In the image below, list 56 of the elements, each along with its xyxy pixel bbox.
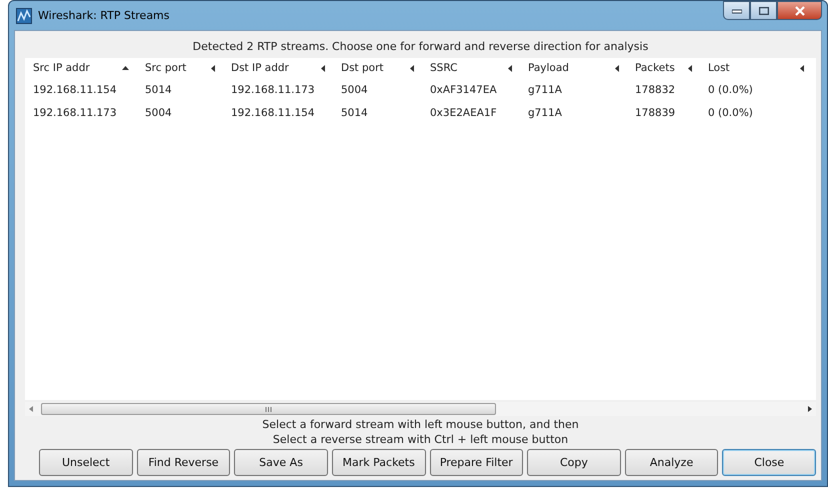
column-header[interactable]: Payload (520, 62, 627, 74)
minimize-icon (732, 6, 742, 14)
column-header[interactable]: Dst port (333, 62, 422, 74)
table-cell-text: 0 (0.0%) (707, 84, 754, 96)
scrollbar-thumb[interactable] (41, 403, 496, 415)
header-text: Detected 2 RTP streams. Choose one for forward and reverse direction for analysis (192, 39, 650, 55)
table-cell-text: 178832 (634, 84, 676, 96)
column-header[interactable]: Src IP addr (25, 62, 137, 74)
table-cell-text: 192.168.11.154 (32, 84, 118, 96)
table-cell-text: 192.168.11.154 (230, 106, 316, 118)
column-label: Packets (635, 62, 675, 74)
dialog-button[interactable]: Unselect (39, 449, 133, 476)
column-label: Dst IP addr (231, 62, 289, 74)
table-cell-text: 0 (0.0%) (707, 106, 754, 118)
table-cell-text: 5004 (340, 84, 369, 96)
column-header[interactable]: Src port (137, 62, 223, 74)
window-title: Wireshark: RTP Streams (38, 9, 170, 22)
dialog-button[interactable]: Mark Packets (332, 449, 426, 476)
table-cell-text: 192.168.11.173 (32, 106, 118, 118)
column-header[interactable]: Packets (627, 62, 700, 74)
table-cell-text: g711A (527, 84, 563, 96)
close-icon (794, 6, 804, 16)
table-cell-text: 5014 (144, 84, 173, 96)
close-button[interactable] (777, 1, 822, 20)
dialog-button[interactable]: Copy (527, 449, 621, 476)
table-cell-text: 192.168.11.173 (230, 84, 316, 96)
column-label: Src IP addr (33, 62, 90, 74)
scroll-left-icon[interactable] (29, 406, 33, 412)
maximize-button[interactable] (750, 1, 777, 20)
maximize-icon (758, 6, 768, 14)
scroll-right-icon[interactable] (808, 406, 812, 412)
hint-text: Select a forward stream with left mouse button, and then (261, 417, 580, 432)
table-cell-text: 5004 (144, 106, 173, 118)
column-label: Src port (145, 62, 186, 74)
dialog-button[interactable]: Save As (234, 449, 328, 476)
table-cell-text: 5014 (340, 106, 369, 118)
dialog-button[interactable]: Analyze (624, 449, 718, 476)
column-header[interactable]: SSRC (422, 62, 520, 74)
hint-text: Select a reverse stream with Ctrl + left mouse button (272, 432, 570, 447)
grip-icon (265, 406, 272, 412)
table-cell-text: 0xAF3147EA (429, 84, 498, 96)
column-label: Payload (528, 62, 569, 74)
column-header[interactable]: Dst IP addr (223, 62, 333, 74)
app-icon (16, 8, 32, 24)
dialog-button[interactable]: Prepare Filter (430, 449, 524, 476)
column-label: SSRC (430, 62, 458, 74)
dialog-button[interactable]: Close (722, 449, 816, 476)
table-cell-text: g711A (527, 106, 563, 118)
column-label: Dst port (341, 62, 384, 74)
column-label: Lost (708, 62, 730, 74)
horizontal-scrollbar[interactable] (25, 402, 816, 416)
table-cell-text: 178839 (634, 106, 676, 118)
column-header[interactable]: Lost (700, 62, 812, 74)
minimize-button[interactable] (723, 1, 750, 20)
table-cell-text: 0x3E2AEA1F (429, 106, 498, 118)
dialog-button[interactable]: Find Reverse (136, 449, 230, 476)
